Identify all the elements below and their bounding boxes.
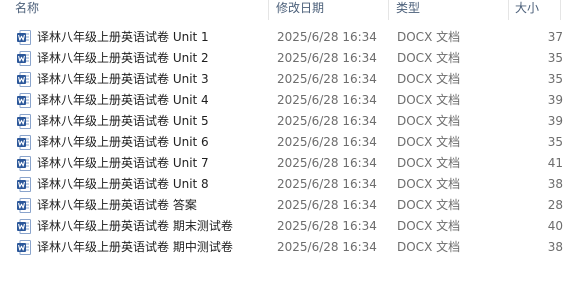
file-row[interactable]: 译林八年级上册英语试卷 Unit 5 2025/6/28 16:34 DOCX 文档… [0, 111, 579, 132]
file-type: DOCX 文档 [397, 114, 461, 128]
file-row[interactable]: 译林八年级上册英语试卷 Unit 2 2025/6/28 16:34 DOCX 文档… [0, 48, 579, 69]
file-type: DOCX 文档 [397, 72, 461, 86]
column-header-bar: 名称 修改日期 类型 大小 [0, 0, 579, 20]
file-size: 40 [547, 219, 563, 233]
file-size: 39 [547, 93, 563, 107]
file-name[interactable]: 译林八年级上册英语试卷 Unit 8 [37, 174, 209, 195]
file-size: 35 [547, 51, 563, 65]
file-type: DOCX 文档 [397, 198, 461, 212]
file-size: 38 [547, 240, 563, 254]
file-row[interactable]: 译林八年级上册英语试卷 Unit 1 2025/6/28 16:34 DOCX 文档… [0, 27, 579, 48]
word-doc-icon [17, 177, 31, 192]
file-modified-date: 2025/6/28 16:34 [277, 30, 377, 44]
file-name[interactable]: 译林八年级上册英语试卷 Unit 7 [37, 153, 209, 174]
file-size: 28 [547, 198, 563, 212]
column-divider[interactable] [268, 0, 269, 20]
file-name[interactable]: 译林八年级上册英语试卷 Unit 3 [37, 69, 209, 90]
column-divider[interactable] [508, 0, 509, 20]
file-modified-date: 2025/6/28 16:34 [277, 72, 377, 86]
word-doc-icon [17, 30, 31, 45]
word-doc-icon [17, 114, 31, 129]
file-row[interactable]: 译林八年级上册英语试卷 Unit 7 2025/6/28 16:34 DOCX 文档… [0, 153, 579, 174]
file-row[interactable]: 译林八年级上册英语试卷 期末测试卷 2025/6/28 16:34 DOCX 文档 4… [0, 216, 579, 237]
file-name[interactable]: 译林八年级上册英语试卷 Unit 4 [37, 90, 209, 111]
file-name[interactable]: 译林八年级上册英语试卷 期末测试卷 [37, 216, 233, 237]
column-header-name[interactable]: 名称 [15, 0, 39, 20]
file-row[interactable]: 译林八年级上册英语试卷 期中测试卷 2025/6/28 16:34 DOCX 文档 3… [0, 237, 579, 258]
file-modified-date: 2025/6/28 16:34 [277, 135, 377, 149]
word-doc-icon [17, 156, 31, 171]
file-modified-date: 2025/6/28 16:34 [277, 51, 377, 65]
word-doc-icon [17, 51, 31, 66]
file-type: DOCX 文档 [397, 30, 461, 44]
word-doc-icon [17, 240, 31, 255]
word-doc-icon [17, 198, 31, 213]
column-divider[interactable] [388, 0, 389, 20]
file-type: DOCX 文档 [397, 177, 461, 191]
file-type: DOCX 文档 [397, 135, 461, 149]
file-list: 译林八年级上册英语试卷 Unit 1 2025/6/28 16:34 DOCX 文档… [0, 27, 579, 258]
column-header-size[interactable]: 大小 [515, 0, 539, 20]
file-name[interactable]: 译林八年级上册英语试卷 Unit 5 [37, 111, 209, 132]
file-modified-date: 2025/6/28 16:34 [277, 93, 377, 107]
file-row[interactable]: 译林八年级上册英语试卷 Unit 6 2025/6/28 16:34 DOCX 文档… [0, 132, 579, 153]
file-type: DOCX 文档 [397, 240, 461, 254]
file-modified-date: 2025/6/28 16:34 [277, 219, 377, 233]
file-size: 37 [547, 30, 563, 44]
column-divider[interactable] [560, 0, 561, 20]
file-modified-date: 2025/6/28 16:34 [277, 177, 377, 191]
word-doc-icon [17, 219, 31, 234]
file-row[interactable]: 译林八年级上册英语试卷 Unit 8 2025/6/28 16:34 DOCX 文档… [0, 174, 579, 195]
file-type: DOCX 文档 [397, 93, 461, 107]
file-name[interactable]: 译林八年级上册英语试卷 Unit 6 [37, 132, 209, 153]
file-size: 39 [547, 114, 563, 128]
file-row[interactable]: 译林八年级上册英语试卷 答案 2025/6/28 16:34 DOCX 文档 28 [0, 195, 579, 216]
file-modified-date: 2025/6/28 16:34 [277, 114, 377, 128]
word-doc-icon [17, 93, 31, 108]
file-size: 35 [547, 72, 563, 86]
file-size: 38 [547, 177, 563, 191]
word-doc-icon [17, 72, 31, 87]
file-name[interactable]: 译林八年级上册英语试卷 Unit 1 [37, 27, 209, 48]
file-modified-date: 2025/6/28 16:34 [277, 240, 377, 254]
file-size: 41 [547, 156, 563, 170]
file-type: DOCX 文档 [397, 219, 461, 233]
file-type: DOCX 文档 [397, 51, 461, 65]
word-doc-icon [17, 135, 31, 150]
file-modified-date: 2025/6/28 16:34 [277, 156, 377, 170]
file-name[interactable]: 译林八年级上册英语试卷 Unit 2 [37, 48, 209, 69]
file-row[interactable]: 译林八年级上册英语试卷 Unit 3 2025/6/28 16:34 DOCX 文档… [0, 69, 579, 90]
file-name[interactable]: 译林八年级上册英语试卷 期中测试卷 [37, 237, 233, 258]
file-row[interactable]: 译林八年级上册英语试卷 Unit 4 2025/6/28 16:34 DOCX 文档… [0, 90, 579, 111]
file-name[interactable]: 译林八年级上册英语试卷 答案 [37, 195, 197, 216]
file-type: DOCX 文档 [397, 156, 461, 170]
file-modified-date: 2025/6/28 16:34 [277, 198, 377, 212]
column-header-type[interactable]: 类型 [396, 0, 420, 20]
column-header-date[interactable]: 修改日期 [276, 0, 324, 20]
file-size: 35 [547, 135, 563, 149]
